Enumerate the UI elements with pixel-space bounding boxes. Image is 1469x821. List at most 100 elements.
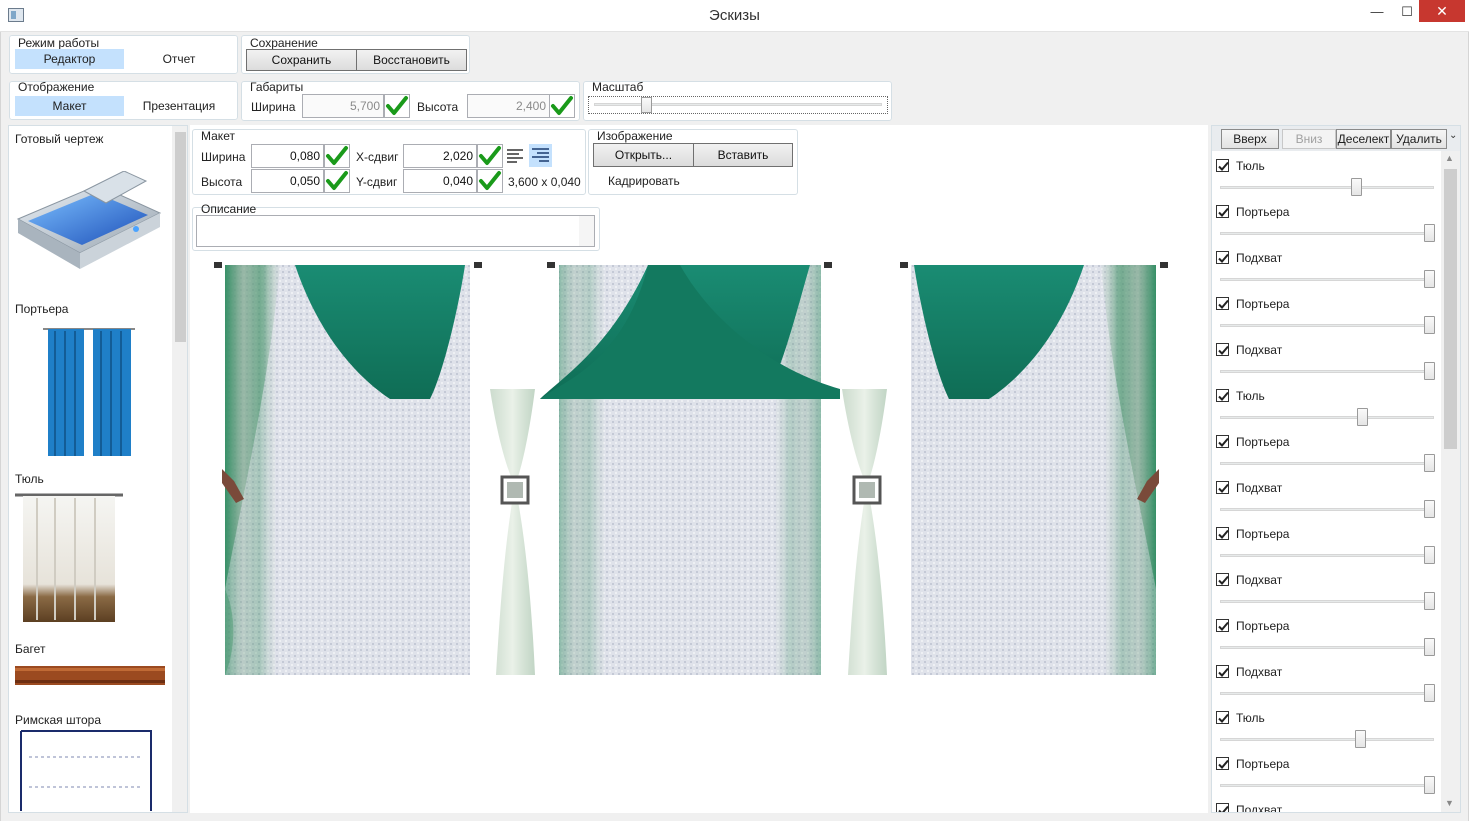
open-image-button[interactable]: Открыть... [593, 143, 694, 167]
restore-button[interactable]: Восстановить [356, 49, 467, 71]
yshift-input[interactable]: 0,040 [403, 169, 477, 193]
layer-opacity-thumb[interactable] [1424, 500, 1435, 518]
layer-row[interactable]: Подхват [1216, 802, 1438, 812]
delete-button[interactable]: Удалить [1391, 129, 1447, 149]
layer-row[interactable]: Подхват [1216, 342, 1438, 388]
layer-visible-checkbox[interactable] [1216, 251, 1229, 264]
confirm-height-icon[interactable] [549, 94, 575, 118]
layer-visible-checkbox[interactable] [1216, 435, 1229, 448]
layer-opacity-thumb[interactable] [1424, 684, 1435, 702]
layer-visible-checkbox[interactable] [1216, 757, 1229, 770]
layer-visible-checkbox[interactable] [1216, 205, 1229, 218]
baguette-icon[interactable] [15, 666, 165, 685]
layer-visible-checkbox[interactable] [1216, 619, 1229, 632]
scale-slider-thumb[interactable] [640, 97, 652, 113]
display-presentation-toggle[interactable]: Презентация [124, 96, 234, 116]
layer-visible-checkbox[interactable] [1216, 711, 1229, 724]
scanner-icon[interactable] [14, 171, 164, 276]
layer-opacity-track [1220, 554, 1434, 557]
layer-visible-checkbox[interactable] [1216, 343, 1229, 356]
layer-visible-checkbox[interactable] [1216, 481, 1229, 494]
layer-opacity-track [1220, 232, 1434, 235]
xshift-input[interactable]: 2,020 [403, 144, 477, 168]
curtain-sketch[interactable] [210, 259, 1180, 677]
mode-editor-toggle[interactable]: Редактор [15, 49, 124, 69]
layer-opacity-thumb[interactable] [1350, 178, 1362, 196]
layer-visible-checkbox[interactable] [1216, 803, 1229, 812]
layer-opacity-track [1220, 646, 1434, 649]
save-button[interactable]: Сохранить [246, 49, 357, 71]
layer-opacity-thumb[interactable] [1424, 638, 1435, 656]
layer-row[interactable]: Портьера [1216, 526, 1438, 572]
align-left-icon[interactable] [505, 146, 525, 166]
library-scrollbar-thumb[interactable] [175, 132, 186, 342]
layer-opacity-thumb[interactable] [1424, 546, 1435, 564]
layer-row[interactable]: Подхват [1216, 572, 1438, 618]
layer-label: Портьера [1236, 527, 1290, 541]
layer-label: Портьера [1236, 619, 1290, 633]
layer-row[interactable]: Портьера [1216, 204, 1438, 250]
layer-opacity-thumb[interactable] [1424, 454, 1435, 472]
layer-row[interactable]: Подхват [1216, 480, 1438, 526]
confirm-element-width-icon[interactable] [324, 144, 350, 168]
layer-visible-checkbox[interactable] [1216, 159, 1229, 172]
scale-slider[interactable] [588, 96, 888, 114]
move-down-button[interactable]: Вниз [1282, 129, 1336, 149]
layer-opacity-thumb[interactable] [1424, 776, 1435, 794]
paste-image-button[interactable]: Вставить [693, 143, 793, 167]
layer-opacity-track [1220, 186, 1434, 189]
layer-opacity-thumb[interactable] [1424, 224, 1435, 242]
scale-slider-track [594, 103, 882, 106]
blue-curtain-icon[interactable] [43, 326, 135, 458]
layer-row[interactable]: Подхват [1216, 250, 1438, 296]
layer-opacity-thumb[interactable] [1424, 592, 1435, 610]
confirm-width-icon[interactable] [384, 94, 410, 118]
scroll-down-icon[interactable]: ▼ [1445, 798, 1454, 808]
move-up-button[interactable]: Вверх [1221, 129, 1279, 149]
layer-visible-checkbox[interactable] [1216, 665, 1229, 678]
layers-scrollbar-thumb[interactable] [1444, 169, 1457, 449]
layer-visible-checkbox[interactable] [1216, 389, 1229, 402]
sketch-canvas[interactable]: Макет Ширина 0,080 X-сдвиг 2,020 Высота … [190, 125, 1208, 813]
display-layout-toggle[interactable]: Макет [15, 96, 124, 116]
layer-row[interactable]: Портьера [1216, 618, 1438, 664]
element-width-input[interactable]: 0,080 [251, 144, 324, 168]
layer-opacity-thumb[interactable] [1424, 270, 1435, 288]
roman-blind-icon[interactable] [19, 729, 154, 813]
deselect-button[interactable]: Деселект [1336, 129, 1391, 149]
layer-row[interactable]: Портьера [1216, 296, 1438, 342]
confirm-xshift-icon[interactable] [477, 144, 503, 168]
layer-row[interactable]: Тюль [1216, 710, 1438, 756]
layer-row[interactable]: Портьера [1216, 756, 1438, 802]
layer-visible-checkbox[interactable] [1216, 297, 1229, 310]
element-height-input[interactable]: 0,050 [251, 169, 324, 193]
mode-report-toggle[interactable]: Отчет [124, 49, 234, 69]
align-right-icon[interactable] [529, 144, 552, 167]
confirm-yshift-icon[interactable] [477, 169, 503, 193]
library-scrollbar[interactable] [172, 126, 187, 812]
layer-opacity-thumb[interactable] [1424, 316, 1435, 334]
checkmark-icon [1218, 805, 1229, 812]
layer-row[interactable]: Тюль [1216, 388, 1438, 434]
overall-width-input[interactable]: 5,700 [302, 94, 384, 118]
layer-visible-checkbox[interactable] [1216, 573, 1229, 586]
crop-button[interactable]: Кадрировать [608, 174, 680, 188]
layer-label: Подхват [1236, 665, 1283, 679]
layer-opacity-thumb[interactable] [1424, 362, 1435, 380]
layer-row[interactable]: Тюль [1216, 158, 1438, 204]
toolbar-overflow-icon[interactable]: ⌄ [1449, 130, 1457, 141]
layers-scrollbar[interactable]: ▲ ▼ [1441, 151, 1460, 812]
layer-visible-checkbox[interactable] [1216, 527, 1229, 540]
tulle-icon[interactable] [15, 488, 125, 636]
confirm-element-height-icon[interactable] [324, 169, 350, 193]
layer-row[interactable]: Портьера [1216, 434, 1438, 480]
description-input[interactable] [196, 215, 595, 247]
layer-opacity-thumb[interactable] [1356, 408, 1368, 426]
overall-height-input[interactable]: 2,400 [467, 94, 550, 118]
minimize-button[interactable]: — [1360, 0, 1394, 26]
close-button[interactable]: ✕ [1419, 0, 1465, 22]
layer-opacity-thumb[interactable] [1354, 730, 1366, 748]
description-scrollbar[interactable] [579, 216, 594, 246]
layer-row[interactable]: Подхват [1216, 664, 1438, 710]
scroll-up-icon[interactable]: ▲ [1445, 153, 1454, 163]
